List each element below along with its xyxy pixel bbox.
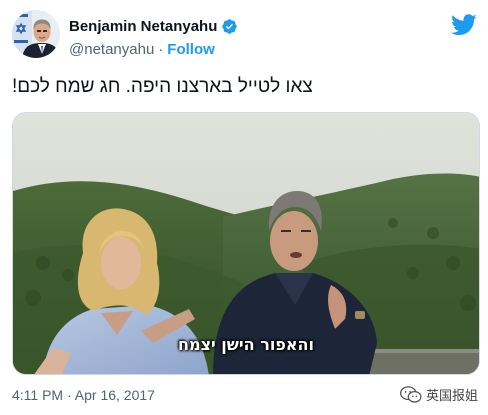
separator-dot: · xyxy=(158,41,164,58)
tweet-timestamp[interactable]: 4:11 PM · Apr 16, 2017 xyxy=(12,387,155,403)
author-handle[interactable]: @netanyahu xyxy=(69,41,154,58)
tweet-text: צאו לטייל בארצנו היפה. חג שמח לכם! xyxy=(12,76,313,97)
tweet-card: Benjamin Netanyahu @netanyahu · Follow צ… xyxy=(0,0,488,415)
profile-avatar[interactable] xyxy=(12,10,60,58)
verified-badge-icon xyxy=(222,18,238,34)
avatar-image xyxy=(12,10,60,58)
watermark: 英国报姐 xyxy=(400,385,478,404)
author-name-row: Benjamin Netanyahu xyxy=(69,16,238,36)
wechat-icon xyxy=(400,385,422,403)
tweet-media-video[interactable]: והאפור הישן יצמח xyxy=(12,112,480,375)
twitter-bird-icon[interactable] xyxy=(451,14,477,36)
author-display-name[interactable]: Benjamin Netanyahu xyxy=(69,18,217,35)
watermark-text: 英国报姐 xyxy=(425,388,478,403)
video-subtitle: והאפור הישן יצמח xyxy=(178,335,314,354)
author-handle-row: @netanyahu · Follow xyxy=(69,41,215,58)
follow-button[interactable]: Follow xyxy=(167,41,215,58)
